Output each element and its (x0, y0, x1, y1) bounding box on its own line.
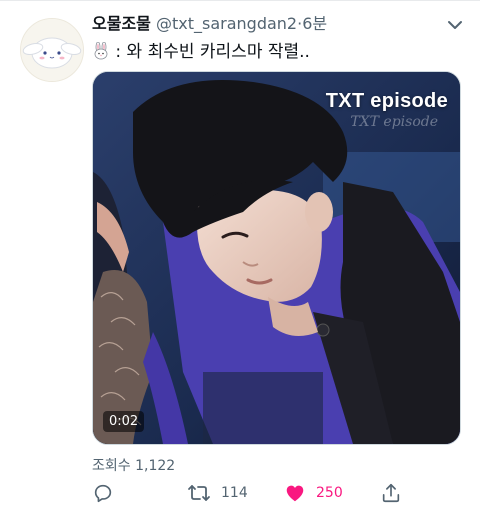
reply-button[interactable] (92, 480, 124, 506)
retweet-button[interactable]: 114 (187, 480, 248, 506)
video-watermark: TXT episode (350, 114, 438, 130)
timestamp[interactable]: 6분 (302, 14, 327, 33)
share-icon (382, 483, 400, 503)
retweet-icon (188, 485, 210, 501)
heart-icon (286, 485, 304, 502)
tweet-text: : 와 최수빈 카리스마 작렬.. (92, 40, 310, 64)
reply-icon (94, 484, 112, 503)
display-name[interactable]: 오물조물 (92, 14, 151, 33)
handle[interactable]: @txt_sarangdan2 (156, 14, 297, 33)
divider (0, 0, 480, 1)
video-player[interactable]: TXT episode TXT episode 0:02 (92, 71, 461, 445)
tweet-text-content: : 와 최수빈 카리스마 작렬.. (115, 42, 310, 62)
like-button[interactable]: 250 (284, 480, 343, 506)
retweet-count: 114 (221, 485, 248, 501)
share-button[interactable] (380, 480, 402, 506)
more-options-button[interactable] (440, 12, 470, 38)
bunny-emoji-icon (94, 42, 108, 60)
video-overlay-title: TXT episode (325, 90, 448, 112)
cinnamoroll-avatar-icon (21, 19, 83, 81)
avatar[interactable] (20, 18, 84, 82)
tweet-header: 오물조물 @txt_sarangdan2·6분 (92, 13, 327, 35)
tweet-card[interactable]: 오물조물 @txt_sarangdan2·6분 : 와 최수빈 카리스마 작렬.… (0, 0, 480, 513)
chevron-down-icon (448, 21, 462, 29)
like-count: 250 (316, 485, 343, 501)
video-duration-badge: 0:02 (103, 411, 145, 432)
view-count[interactable]: 조회수 1,122 (92, 455, 175, 475)
